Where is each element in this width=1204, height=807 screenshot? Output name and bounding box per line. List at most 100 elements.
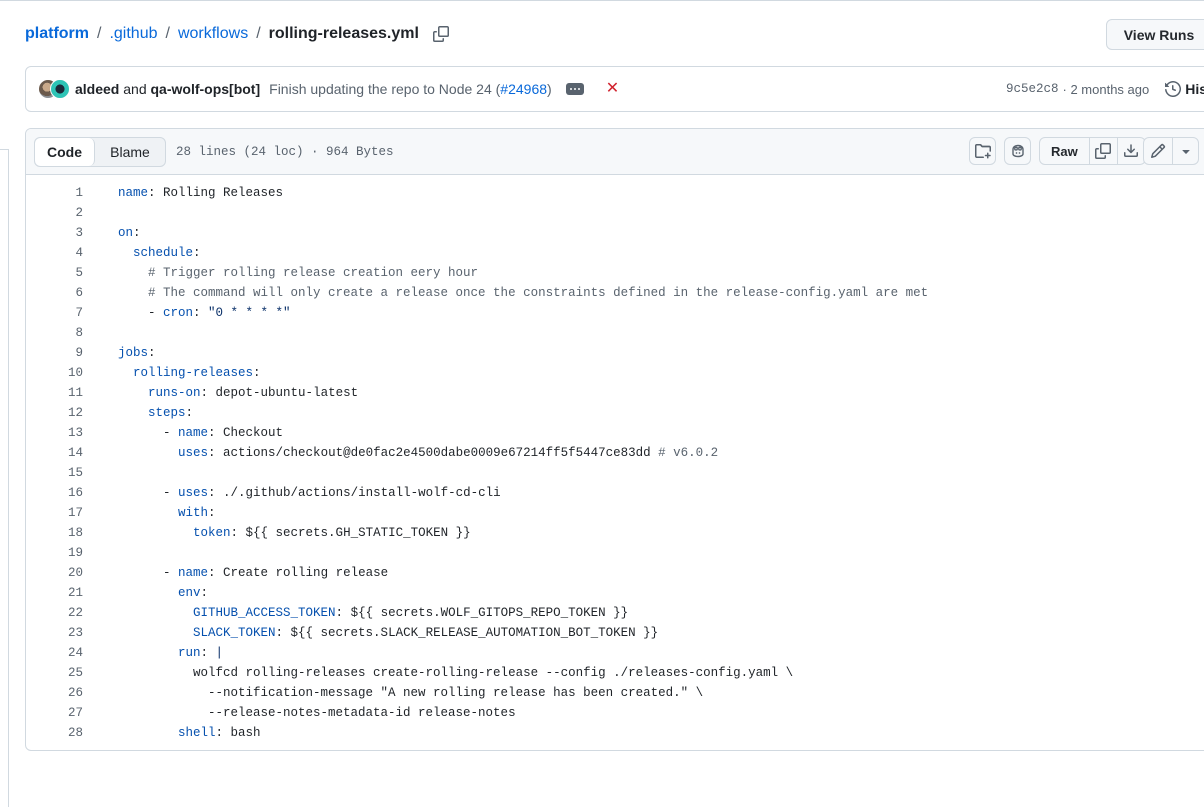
line-number[interactable]: 19	[26, 546, 83, 560]
code-token: |	[215, 646, 224, 660]
code-token: :	[148, 186, 164, 200]
line-number[interactable]: 3	[26, 226, 83, 240]
edit-file-button[interactable]	[1144, 138, 1172, 164]
code-token: :	[193, 246, 201, 260]
line-content: --notification-message "A new rolling re…	[83, 686, 703, 700]
line-number[interactable]: 23	[26, 626, 83, 640]
line-content: - uses: ./.github/actions/install-wolf-c…	[83, 486, 501, 500]
code-token: SLACK_TOKEN	[193, 626, 276, 640]
line-content: wolfcd rolling-releases create-rolling-r…	[83, 666, 793, 680]
line-content: run: |	[83, 646, 223, 660]
line-content: # Trigger rolling release creation eery …	[83, 266, 478, 280]
pull-request-link[interactable]: #24968	[500, 81, 547, 97]
copilot-icon	[1011, 144, 1024, 158]
code-line: 13 - name: Checkout	[26, 423, 1204, 443]
line-number[interactable]: 13	[26, 426, 83, 440]
line-number[interactable]: 17	[26, 506, 83, 520]
pencil-icon	[1150, 143, 1166, 159]
code-token: token	[193, 526, 231, 540]
more-edit-options-button[interactable]	[1172, 138, 1198, 164]
code-token: ${{ secrets.GH_STATIC_TOKEN }}	[245, 526, 471, 540]
code-token: :	[335, 606, 351, 620]
commit-message[interactable]: Finish updating the repo to Node 24 (#24…	[269, 81, 552, 97]
code-line: 15	[26, 463, 1204, 483]
code-token: with	[178, 506, 209, 520]
line-number[interactable]: 22	[26, 606, 83, 620]
line-content: shell: bash	[83, 726, 261, 740]
code-token: :	[133, 226, 141, 240]
bot-author-link[interactable]: qa-wolf-ops[bot]	[151, 81, 261, 97]
code-listing: 1 name: Rolling Releases 2 3 on: 4 schedule: 5…	[26, 175, 1204, 743]
author-avatars[interactable]	[38, 78, 70, 100]
view-runs-button[interactable]: View Runs	[1106, 19, 1204, 50]
line-number[interactable]: 15	[26, 466, 83, 480]
line-number[interactable]: 2	[26, 206, 83, 220]
top-divider	[0, 0, 1204, 1]
line-number[interactable]: 20	[26, 566, 83, 580]
symbols-panel-button[interactable]	[969, 137, 996, 165]
code-token: :	[148, 346, 156, 360]
breadcrumb-repo-link[interactable]: platform	[25, 25, 89, 43]
line-number[interactable]: 5	[26, 266, 83, 280]
code-line: 7 - cron: "0 * * * *"	[26, 303, 1204, 323]
line-number[interactable]: 6	[26, 286, 83, 300]
code-line: 25 wolfcd rolling-releases create-rollin…	[26, 663, 1204, 683]
line-number[interactable]: 26	[26, 686, 83, 700]
line-number[interactable]: 7	[26, 306, 83, 320]
breadcrumb-workflows-link[interactable]: workflows	[178, 25, 248, 43]
line-number[interactable]: 27	[26, 706, 83, 720]
line-number[interactable]: 28	[26, 726, 83, 740]
line-number[interactable]: 4	[26, 246, 83, 260]
copy-path-button[interactable]	[429, 22, 453, 46]
line-number[interactable]: 12	[26, 406, 83, 420]
copilot-button[interactable]	[1004, 137, 1031, 165]
line-number[interactable]: 16	[26, 486, 83, 500]
line-number[interactable]: 1	[26, 186, 83, 200]
line-number[interactable]: 25	[26, 666, 83, 680]
breadcrumb-github-link[interactable]: .github	[109, 25, 157, 43]
code-line: 14 uses: actions/checkout@de0fac2e4500da…	[26, 443, 1204, 463]
line-number[interactable]: 11	[26, 386, 83, 400]
breadcrumb-separator: /	[256, 25, 261, 42]
latest-commit-bar: aldeed and qa-wolf-ops[bot] Finish updat…	[25, 66, 1204, 112]
code-line: 16 - uses: ./.github/actions/install-wol…	[26, 483, 1204, 503]
code-token: actions/checkout@de0fac2e4500dabe0009e67…	[223, 446, 659, 460]
line-content: schedule:	[83, 246, 201, 260]
line-number[interactable]: 18	[26, 526, 83, 540]
code-token: depot-ubuntu-latest	[215, 386, 359, 400]
tab-code[interactable]: Code	[35, 137, 95, 166]
file-header: Code Blame 28 lines (24 loc) · 964 Bytes…	[26, 129, 1204, 175]
code-token: :	[200, 386, 216, 400]
line-number[interactable]: 21	[26, 586, 83, 600]
tab-blame[interactable]: Blame	[95, 138, 165, 166]
sidebar-divider-tick	[0, 149, 9, 150]
author-link[interactable]: aldeed	[75, 81, 119, 97]
copy-raw-button[interactable]	[1088, 138, 1117, 164]
check-failed-icon[interactable]: ✕	[606, 81, 619, 97]
view-mode-toggle: Code Blame	[34, 136, 166, 167]
code-token: steps	[148, 406, 186, 420]
history-button[interactable]: Hist	[1165, 81, 1204, 97]
copy-icon	[432, 26, 449, 42]
line-number[interactable]: 8	[26, 326, 83, 340]
raw-button[interactable]: Raw	[1040, 138, 1089, 164]
code-token: :	[208, 486, 224, 500]
sidebar-divider	[8, 150, 9, 807]
code-token: :	[215, 726, 231, 740]
line-number[interactable]: 24	[26, 646, 83, 660]
code-token: --notification-message "A new rolling re…	[118, 686, 704, 700]
line-content: name: Rolling Releases	[83, 186, 283, 200]
line-number[interactable]: 10	[26, 366, 83, 380]
line-content: rolling-releases:	[83, 366, 261, 380]
expand-commit-message-button[interactable]	[565, 83, 584, 95]
line-number[interactable]: 9	[26, 346, 83, 360]
line-content: env:	[83, 586, 208, 600]
line-number[interactable]: 14	[26, 446, 83, 460]
commit-sha-link[interactable]: 9c5e2c8	[1006, 82, 1059, 96]
download-button[interactable]	[1116, 138, 1145, 164]
